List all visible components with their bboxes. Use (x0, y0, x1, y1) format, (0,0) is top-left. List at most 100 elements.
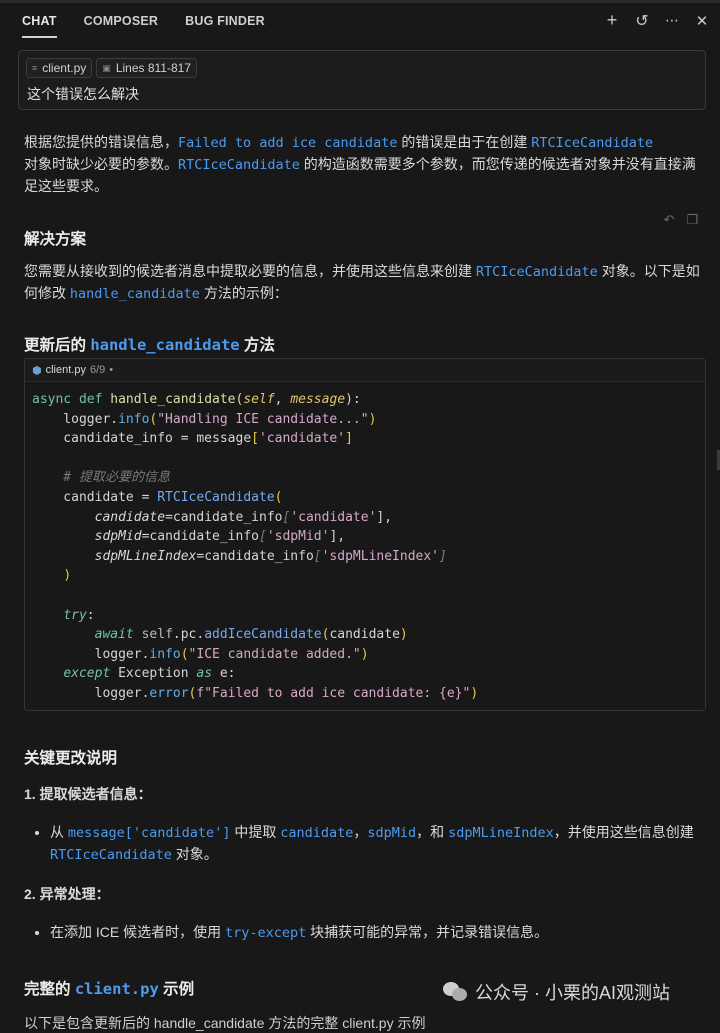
code-count: 6/9 (89, 364, 106, 376)
item2-list: 在添加 ICE 候选者时，使用 try-except 块捕获可能的异常，并记录错… (5, 922, 720, 944)
code-line: logger.error(f"Failed to add ice candida… (32, 684, 705, 704)
code-token: ( (180, 646, 189, 662)
code-token: ] (439, 548, 447, 564)
code-token: 'sdpMid' (266, 529, 330, 545)
item1-list: 从 message['candidate'] 中提取 candidate，sdp… (5, 822, 720, 866)
code-token: "Handling ICE candidate..." (157, 411, 369, 427)
user-query: 这个错误怎么解决 (27, 86, 139, 102)
code-token: =candidate_info (165, 509, 283, 525)
top-border (0, 0, 720, 3)
code-token: 'candidate' (258, 431, 346, 447)
tab-chat[interactable]: CHAT (22, 14, 57, 38)
code-token: async def (32, 392, 111, 407)
code-token: error (149, 685, 189, 701)
chat-input-context[interactable]: ≡ client.py ▣ Lines 811-817 这个错误怎么解决 (18, 50, 706, 110)
item1-title: 1. 提取候选者信息： (24, 786, 152, 802)
code-token: candidate_info = message (32, 431, 252, 447)
code-token: "ICE candidate added." (188, 646, 361, 662)
unsaved-dot: • (109, 364, 114, 376)
code-token: try (63, 607, 87, 623)
code-token: sdpMLineIndex (94, 548, 197, 564)
cut-off-line: 以下是包含更新后的 handle_candidate 方法的完整 client.… (24, 1015, 426, 1031)
code-block: ⬢ client.py 6/9 • async def handle_candi… (24, 358, 706, 711)
watermark: 公众号 · 小栗的AI观测站 (443, 979, 670, 1005)
tab-bar: CHAT COMPOSER BUG FINDER (22, 14, 265, 38)
code-token: f"Failed to add ice candidate: {e}" (196, 685, 471, 701)
code-content: async def handle_candidate ( self, message… (25, 382, 705, 704)
code-token: ], (329, 529, 346, 545)
answer: 根据您提供的错误信息，Failed to add ice candidate 的… (24, 132, 704, 197)
code-token: ], (376, 509, 393, 525)
item2-title: 2. 异常处理： (24, 886, 110, 902)
code-token: 'sdpMLineIndex' (321, 548, 440, 564)
undo-icon[interactable]: ↶ (663, 212, 674, 228)
file-icon: ≡ (32, 63, 38, 73)
code-token: addIceCandidate (204, 627, 322, 643)
code-token: e: (212, 666, 236, 682)
code-token: ) (63, 568, 72, 584)
wechat-icon (443, 982, 469, 1002)
updated-heading: 更新后的 handle_candidate 方法 (24, 336, 275, 354)
chip-label: client.py (42, 61, 87, 75)
intro-paragraph: 根据您提供的错误信息，Failed to add ice candidate 的… (24, 134, 696, 194)
code-token: 'candidate' (290, 509, 377, 525)
full-example-heading: 完整的 client.py 示例 (24, 980, 195, 998)
list-item: 从 message['candidate'] 中提取 candidate，sdp… (50, 822, 720, 866)
code-token: candidate (94, 509, 166, 525)
code-token: handle_candidate (110, 392, 236, 407)
tab-bug-finder[interactable]: BUG FINDER (185, 14, 265, 38)
code-line: except Exception as e: (32, 664, 705, 684)
code-block-header[interactable]: ⬢ client.py 6/9 • (25, 359, 705, 382)
key-changes-heading: 关键更改说明 (24, 750, 118, 767)
code-token: logger. (32, 411, 119, 427)
code-token: [ (313, 548, 322, 564)
code-line: logger.info("Handling ICE candidate...") (32, 410, 705, 430)
code-token: # 提取必要的信息 (32, 470, 170, 486)
code-token: info (118, 411, 150, 427)
code-token: ): (345, 392, 361, 407)
header-actions: + ↺ ⋯ ✕ (604, 10, 710, 31)
more-icon[interactable]: ⋯ (664, 12, 680, 29)
code-token: [ (251, 431, 259, 447)
watermark-text: 公众号 · 小栗的AI观测站 (475, 983, 671, 1003)
copy-icon[interactable]: ❐ (686, 212, 698, 228)
code-token: , (274, 392, 291, 407)
code-line: await self.pc.addIceCandidate(candidate) (32, 625, 705, 645)
code-token: : (86, 607, 95, 623)
tab-composer[interactable]: COMPOSER (84, 14, 159, 38)
code-token: .pc. (172, 627, 205, 643)
code-token: logger. (32, 646, 150, 662)
code-token: info (149, 646, 181, 662)
code-filename: client.py (45, 364, 86, 376)
code-line: candidate_info = message['candidate'] (32, 429, 705, 449)
code-token: ) (360, 646, 369, 662)
context-chip-lines[interactable]: ▣ Lines 811-817 (96, 58, 197, 78)
close-icon[interactable]: ✕ (694, 12, 710, 30)
code-token: as (196, 666, 213, 682)
code-token: [ (259, 529, 267, 545)
code-line: candidate = RTCIceCandidate( (32, 488, 705, 508)
code-line: ) (32, 566, 705, 586)
plus-icon[interactable]: + (604, 10, 620, 31)
code-token: candidate (329, 627, 400, 643)
code-token: RTCIceCandidate (157, 489, 275, 505)
code-token: self (243, 392, 275, 407)
code-token: await (94, 627, 142, 643)
terminal-icon: ▣ (102, 62, 111, 73)
code-token: ( (274, 489, 283, 505)
code-token: ) (368, 411, 377, 427)
context-chip-file[interactable]: ≡ client.py (26, 58, 93, 78)
code-token: message (290, 392, 346, 407)
code-line: sdpMid=candidate_info['sdpMid'], (32, 527, 705, 547)
code-token: ) (470, 685, 479, 701)
history-icon[interactable]: ↺ (634, 11, 650, 31)
code-token: ) (399, 627, 408, 643)
